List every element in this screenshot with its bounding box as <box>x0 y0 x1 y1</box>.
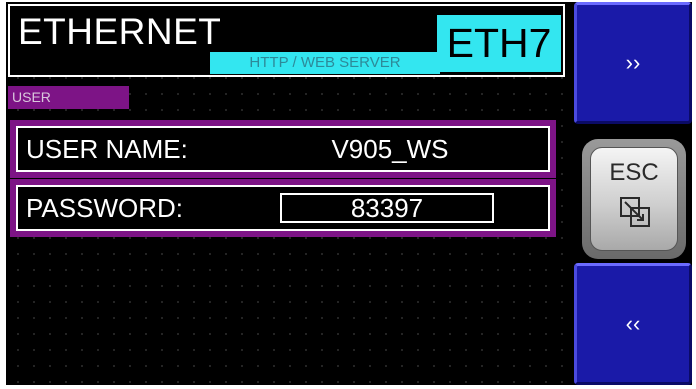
username-field-frame[interactable]: USER NAME: V905_WS <box>16 126 550 172</box>
window-overlap-icon <box>620 197 650 227</box>
esc-label: ESC <box>609 159 659 186</box>
esc-button-face: ESC <box>590 147 678 251</box>
double-chevron-left-icon: ‹‹ <box>625 311 641 336</box>
hmi-screen: ETHERNET HTTP / WEB SERVER ETH7 USER USE… <box>6 2 692 385</box>
password-field-frame: PASSWORD: 83397 <box>16 185 550 231</box>
username-value[interactable]: V905_WS <box>280 128 500 170</box>
page-subtitle: HTTP / WEB SERVER <box>210 52 440 74</box>
esc-button[interactable]: ESC <box>582 139 686 259</box>
next-page-button[interactable]: ›› <box>574 2 692 124</box>
username-row: USER NAME: V905_WS <box>10 120 556 178</box>
section-badge-user: USER <box>8 86 129 109</box>
password-row: PASSWORD: 83397 <box>10 179 556 237</box>
double-chevron-right-icon: ›› <box>625 50 641 75</box>
screen-code-badge: ETH7 <box>437 15 561 72</box>
password-input[interactable]: 83397 <box>280 193 494 223</box>
password-label: PASSWORD: <box>26 193 183 223</box>
previous-page-button[interactable]: ‹‹ <box>574 263 692 385</box>
header-panel: ETHERNET HTTP / WEB SERVER ETH7 <box>8 4 565 77</box>
username-label: USER NAME: <box>26 134 188 164</box>
page-title: ETHERNET <box>18 11 222 52</box>
